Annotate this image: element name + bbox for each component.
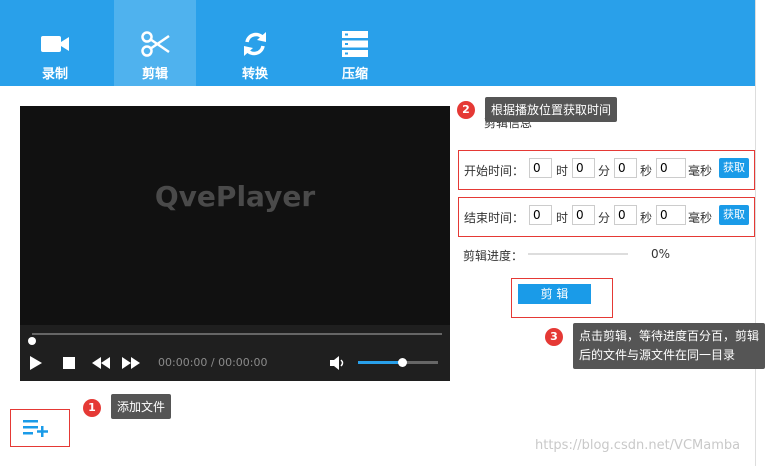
server-icon [342,31,368,57]
millisecond-unit: 毫秒 [688,164,713,178]
millisecond-unit: 毫秒 [688,211,713,225]
cut-button-highlight: 剪 辑 [511,278,613,318]
hour-unit: 时 [556,211,569,225]
right-edge [755,0,767,466]
stop-icon[interactable] [63,357,75,369]
clip-progress-percent: 0% [651,247,671,261]
scissors-icon [141,31,170,57]
start-second-input[interactable] [614,158,637,178]
start-hour-input[interactable] [529,158,552,178]
tooltip-cut-instructions: 点击剪辑，等待进度百分百，剪辑 后的文件与源文件在同一目录 [573,323,766,369]
second-unit: 秒 [640,211,653,225]
seek-handle[interactable] [28,337,36,345]
end-minute-input[interactable] [572,205,595,225]
watermark: https://blog.csdn.net/VCMamba [535,438,741,453]
video-camera-icon [41,36,69,52]
marker-1: 1 [83,399,101,417]
tab-edit-label: 剪辑 [141,67,168,82]
volume-icon[interactable] [330,356,346,370]
tooltip-get-time: 根据播放位置获取时间 [485,97,618,122]
end-time-label: 结束时间： [464,211,525,225]
hour-unit: 时 [556,164,569,178]
tab-convert[interactable]: 转换 [214,0,296,86]
minute-unit: 分 [598,164,611,178]
marker-3: 3 [545,328,563,346]
end-second-input[interactable] [614,205,637,225]
start-time-label: 开始时间： [464,164,525,178]
seek-bar[interactable] [28,333,442,345]
tab-record-label: 录制 [41,67,68,82]
player-title: QvePlayer [154,180,316,213]
start-time-row: 开始时间： 时 分 秒 毫秒 获取 [458,150,755,190]
tab-compress[interactable]: 压缩 [314,0,396,86]
minute-unit: 分 [598,211,611,225]
fast-forward-icon[interactable] [122,357,140,369]
end-time-row: 结束时间： 时 分 秒 毫秒 获取 [458,197,755,237]
top-toolbar: 录制 剪辑 转换 压缩 [0,0,767,86]
play-icon[interactable] [30,356,42,370]
clip-progress-label: 剪辑进度： [463,249,524,263]
add-file-highlight [10,409,70,447]
tab-record[interactable]: 录制 [14,0,96,86]
start-millisecond-input[interactable] [656,158,686,178]
get-end-time-button[interactable]: 获取 [719,205,749,225]
second-unit: 秒 [640,164,653,178]
clip-progress-bar [528,253,628,255]
end-millisecond-input[interactable] [656,205,686,225]
tab-compress-label: 压缩 [341,67,368,82]
marker-2: 2 [457,101,475,119]
volume-slider[interactable] [358,358,438,367]
rewind-icon[interactable] [92,357,110,369]
tab-convert-label: 转换 [241,67,268,82]
tooltip-cut-line-2: 后的文件与源文件在同一目录 [579,348,736,362]
volume-fill [358,361,402,364]
get-start-time-button[interactable]: 获取 [719,158,749,178]
video-player[interactable]: QvePlayer 00:00:00 / 00:00:00 [20,106,450,381]
add-playlist-icon[interactable] [23,418,49,438]
tooltip-add-file: 添加文件 [111,394,172,419]
cut-button[interactable]: 剪 辑 [518,284,591,304]
tooltip-cut-line-1: 点击剪辑，等待进度百分百，剪辑 [579,329,760,343]
player-controls: 00:00:00 / 00:00:00 [20,325,450,381]
end-hour-input[interactable] [529,205,552,225]
start-minute-input[interactable] [572,158,595,178]
time-display: 00:00:00 / 00:00:00 [158,356,268,369]
refresh-icon [244,32,266,56]
tab-edit[interactable]: 剪辑 [114,0,196,86]
volume-handle[interactable] [398,358,407,367]
